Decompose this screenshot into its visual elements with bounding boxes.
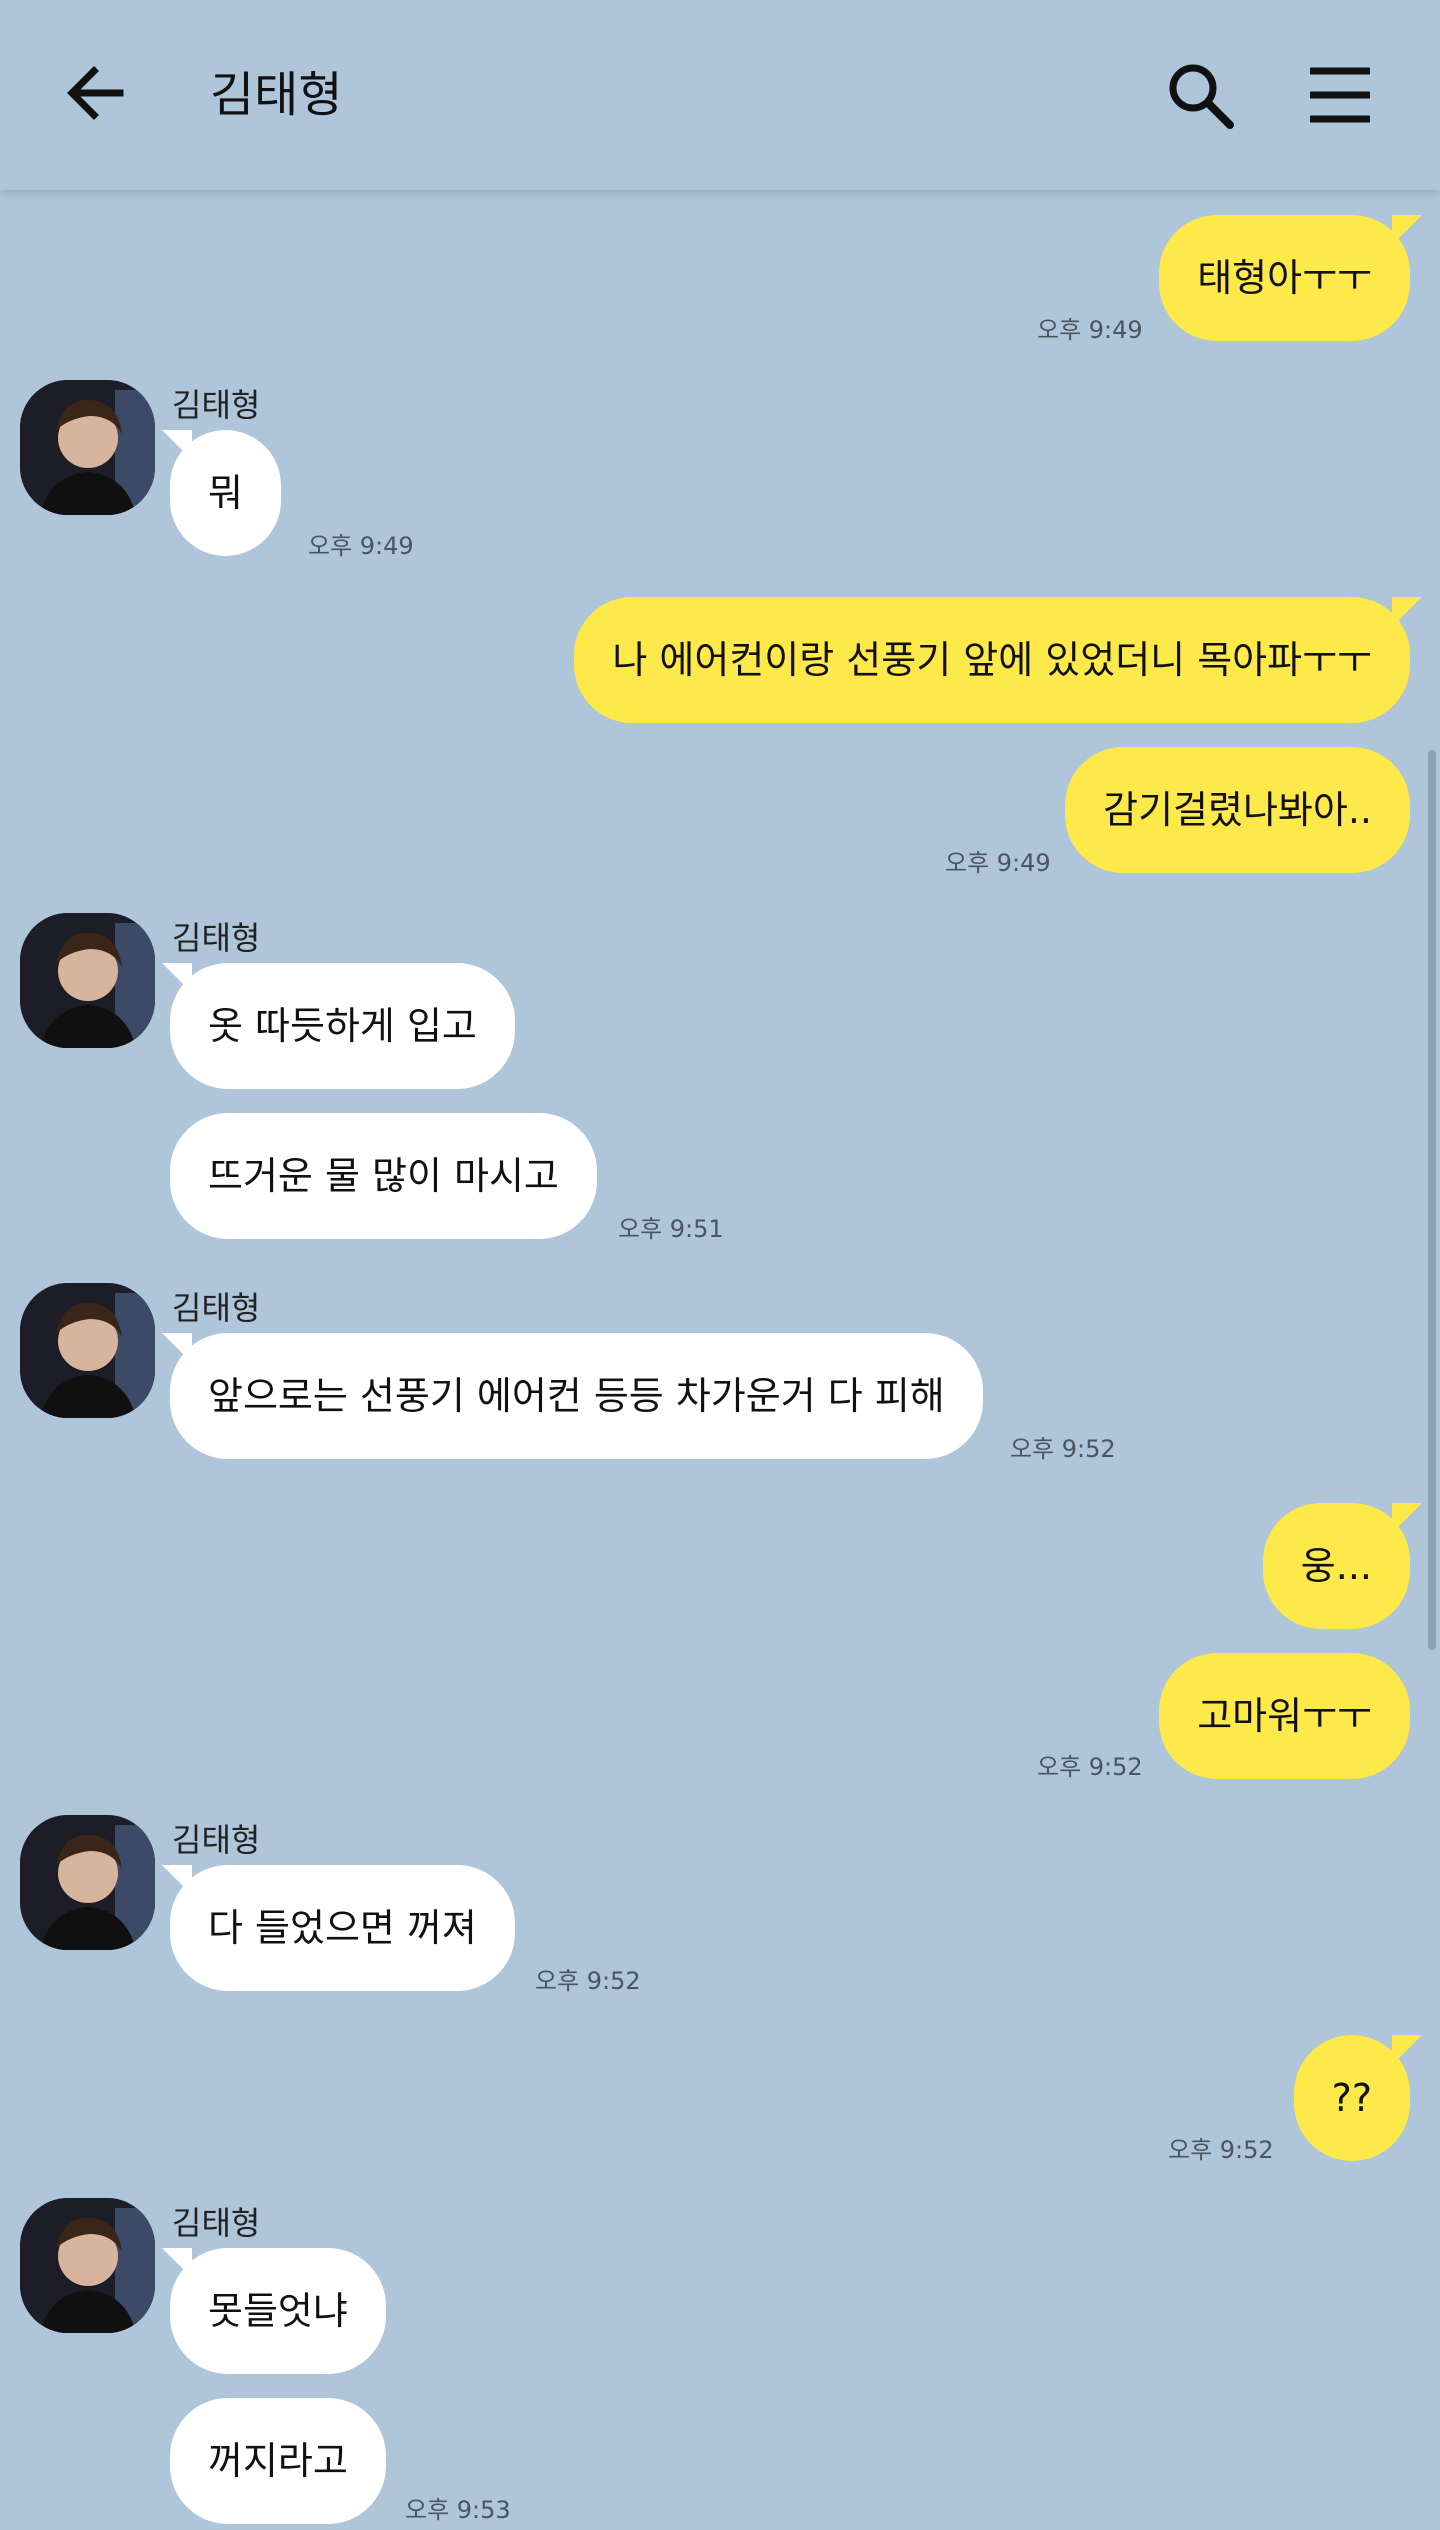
sender-name: 김태형 — [172, 386, 261, 424]
sender-name: 김태형 — [172, 1289, 261, 1327]
message-time: 오후 9:49 — [1037, 316, 1143, 344]
avatar[interactable] — [20, 2198, 155, 2333]
message-time: 오후 9:52 — [1010, 1435, 1116, 1463]
message-time: 오후 9:53 — [405, 2496, 511, 2524]
sender-name: 김태형 — [172, 2204, 261, 2242]
sender-name: 김태형 — [172, 919, 261, 957]
their-message-bubble[interactable]: 옷 따듯하게 입고 — [170, 963, 515, 1089]
bubble-tail — [1392, 215, 1422, 245]
avatar[interactable] — [20, 1283, 155, 1418]
avatar[interactable] — [20, 913, 155, 1048]
bubble-tail — [162, 2248, 192, 2278]
message-time: 오후 9:49 — [308, 532, 414, 560]
chat-header: 김태형 — [0, 0, 1440, 190]
bubble-tail — [162, 1333, 192, 1363]
search-icon[interactable] — [1160, 55, 1240, 135]
message-time: 오후 9:49 — [945, 849, 1051, 877]
their-message-bubble[interactable]: 다 들었으면 꺼져 — [170, 1865, 515, 1991]
my-message-bubble[interactable]: 고마워ㅜㅜ — [1159, 1653, 1410, 1779]
back-arrow-icon[interactable] — [60, 55, 140, 135]
bubble-tail — [1392, 1503, 1422, 1533]
message-time: 오후 9:51 — [618, 1215, 724, 1243]
sender-name: 김태형 — [172, 1821, 261, 1859]
avatar[interactable] — [20, 1815, 155, 1950]
message-time: 오후 9:52 — [535, 1967, 641, 1995]
my-message-bubble[interactable]: 태형아ㅜㅜ — [1159, 215, 1410, 341]
bubble-tail — [162, 1865, 192, 1895]
bubble-tail — [1392, 2035, 1422, 2065]
their-message-bubble[interactable]: 뜨거운 물 많이 마시고 — [170, 1113, 597, 1239]
message-time: 오후 9:52 — [1037, 1753, 1143, 1781]
menu-icon[interactable] — [1300, 55, 1380, 135]
bubble-tail — [1392, 597, 1422, 627]
my-message-bubble[interactable]: 나 에어컨이랑 선풍기 앞에 있었더니 목아파ㅜㅜ — [574, 597, 1410, 723]
chat-area[interactable]: 태형아ㅜㅜ 오후 9:49 김태형 뭐 오후 9:49 나 에어컨이랑 선풍기 … — [0, 190, 1440, 2530]
my-message-bubble[interactable]: 감기걸렸나봐아.. — [1065, 747, 1410, 873]
their-message-bubble[interactable]: 못들엇냐 — [170, 2248, 386, 2374]
avatar[interactable] — [20, 380, 155, 515]
message-time: 오후 9:52 — [1168, 2136, 1274, 2164]
my-message-bubble[interactable]: 웅... — [1262, 1503, 1410, 1629]
bubble-tail — [162, 430, 192, 460]
chat-title: 김태형 — [210, 67, 343, 123]
their-message-bubble[interactable]: 꺼지라고 — [170, 2398, 386, 2524]
their-message-bubble[interactable]: 앞으로는 선풍기 에어컨 등등 차가운거 다 피해 — [170, 1333, 983, 1459]
bubble-tail — [162, 963, 192, 993]
